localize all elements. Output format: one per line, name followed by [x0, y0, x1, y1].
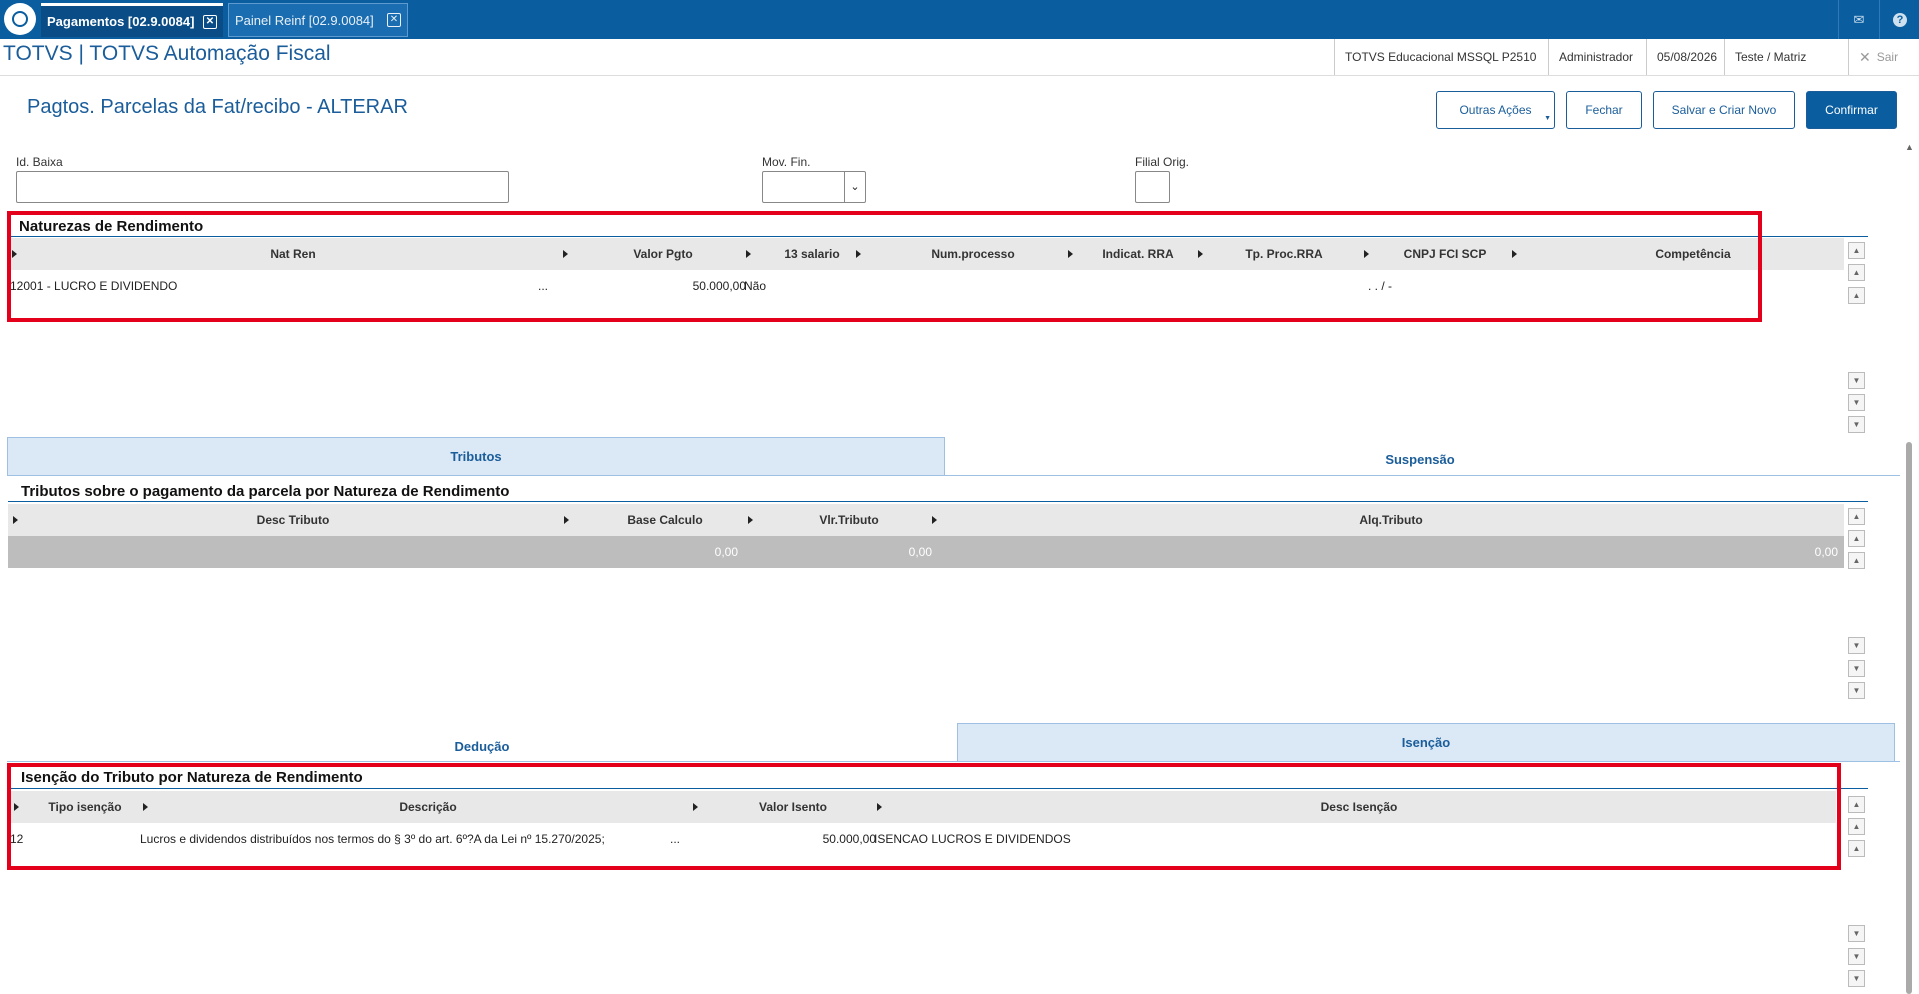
highlight-box	[7, 763, 1841, 870]
scroll-top-icon[interactable]: ▲	[1848, 508, 1865, 525]
user-info: Administrador	[1548, 39, 1646, 75]
tab-isencao[interactable]: Isenção	[957, 723, 1895, 761]
tab-suspensao[interactable]: Suspensão	[945, 440, 1895, 478]
divider	[8, 501, 1868, 502]
scroll-page-down-icon[interactable]: ▼	[1848, 394, 1865, 411]
page-scrollbar[interactable]: ▲	[1903, 142, 1915, 994]
col-base-calculo[interactable]: Base Calculo	[570, 504, 760, 536]
exit-button[interactable]: ✕ Sair	[1848, 39, 1919, 75]
other-actions-button[interactable]: Outras Ações ▼	[1436, 91, 1555, 129]
scroll-up-icon[interactable]: ▲	[1848, 287, 1865, 304]
tab-painel-reinf[interactable]: Painel Reinf [02.9.0084] ✕	[228, 3, 408, 37]
caret-down-icon: ▼	[1544, 115, 1551, 122]
highlight-box	[7, 211, 1762, 322]
branch-info: Teste / Matriz	[1724, 39, 1820, 75]
col-desc-tributo[interactable]: Desc Tributo	[18, 504, 568, 536]
close-button[interactable]: Fechar	[1566, 91, 1642, 129]
scroll-up-icon[interactable]: ▲	[1848, 840, 1865, 857]
tributos-title: Tributos sobre o pagamento da parcela po…	[21, 483, 510, 500]
scroll-down-icon[interactable]: ▼	[1848, 637, 1865, 654]
scroll-down-icon[interactable]: ▼	[1848, 925, 1865, 942]
sort-arrow-icon[interactable]	[932, 516, 937, 524]
tab-deducao[interactable]: Dedução	[7, 727, 957, 765]
app-title: TOTVS | TOTVS Automação Fiscal	[3, 42, 331, 65]
close-icon: ✕	[1859, 48, 1871, 65]
divider	[7, 475, 1900, 476]
sort-arrow-icon[interactable]	[564, 516, 569, 524]
scroll-page-up-icon[interactable]: ▲	[1848, 264, 1865, 281]
tributos-grid-header: Desc Tributo Base Calculo Vlr.Tributo Al…	[8, 504, 1844, 536]
filial-orig-input[interactable]	[1135, 171, 1170, 203]
cell-base-calculo: 0,00	[714, 545, 738, 559]
help-icon[interactable]: ?	[1879, 0, 1919, 39]
scroll-top-icon[interactable]: ▲	[1848, 242, 1865, 259]
col-alq-tributo[interactable]: Alq.Tributo	[938, 504, 1844, 536]
close-icon[interactable]: ✕	[387, 13, 401, 27]
scroll-bottom-icon[interactable]: ▼	[1848, 682, 1865, 699]
id-baixa-input[interactable]	[16, 171, 509, 203]
scroll-page-up-icon[interactable]: ▲	[1848, 818, 1865, 835]
id-baixa-label: Id. Baixa	[16, 155, 63, 169]
cell-alq-tributo: 0,00	[1814, 545, 1838, 559]
scroll-down-icon[interactable]: ▼	[1848, 372, 1865, 389]
table-row[interactable]: 0,00 0,00 0,00	[8, 536, 1844, 568]
save-and-new-button[interactable]: Salvar e Criar Novo	[1653, 91, 1795, 129]
tab-pagamentos[interactable]: Pagamentos [02.9.0084] ✕	[41, 3, 223, 37]
totvs-logo-icon[interactable]	[4, 3, 36, 35]
scroll-bottom-icon[interactable]: ▼	[1848, 970, 1865, 987]
scroll-bottom-icon[interactable]: ▼	[1848, 416, 1865, 433]
page-title: Pagtos. Parcelas da Fat/recibo - ALTERAR	[27, 96, 408, 118]
sort-arrow-icon[interactable]	[748, 516, 753, 524]
mov-fin-select[interactable]: ⌄	[762, 171, 866, 203]
close-icon[interactable]: ✕	[203, 14, 217, 29]
scroll-page-down-icon[interactable]: ▼	[1848, 660, 1865, 677]
scroll-top-icon[interactable]: ▲	[1848, 796, 1865, 813]
mov-fin-label: Mov. Fin.	[762, 155, 811, 169]
col-vlr-tributo[interactable]: Vlr.Tributo	[754, 504, 944, 536]
tab-tributos[interactable]: Tributos	[7, 437, 945, 475]
cell-vlr-tributo: 0,00	[908, 545, 932, 559]
scroll-page-down-icon[interactable]: ▼	[1848, 948, 1865, 965]
divider	[7, 761, 1900, 762]
chevron-down-icon[interactable]: ⌄	[844, 172, 865, 202]
tab-label: Pagamentos [02.9.0084]	[47, 14, 195, 29]
scroll-page-up-icon[interactable]: ▲	[1848, 530, 1865, 547]
date-info: 05/08/2026	[1646, 39, 1724, 75]
scroll-up-icon[interactable]: ▲	[1848, 552, 1865, 569]
filial-orig-label: Filial Orig.	[1135, 155, 1190, 169]
mail-icon[interactable]: ✉	[1838, 0, 1879, 39]
confirm-button[interactable]: Confirmar	[1806, 91, 1897, 129]
tab-label: Painel Reinf [02.9.0084]	[235, 12, 374, 28]
environment-info: TOTVS Educacional MSSQL P2510	[1334, 39, 1548, 75]
